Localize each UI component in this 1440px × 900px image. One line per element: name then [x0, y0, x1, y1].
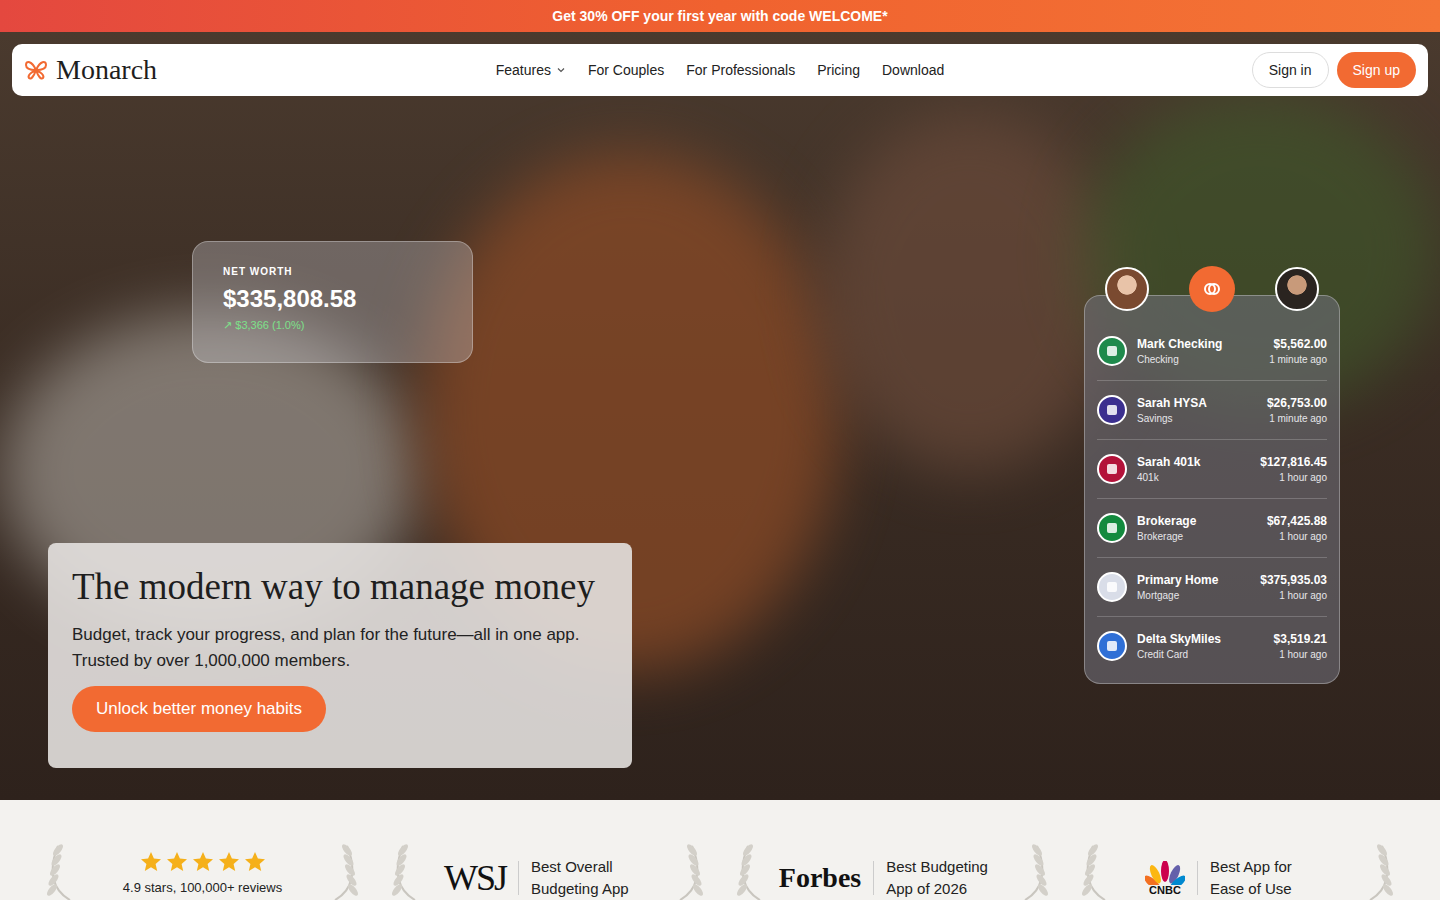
account-logo-icon — [1097, 336, 1127, 366]
nav-links: Features For Couples For Professionals Pric… — [496, 62, 945, 78]
laurel-right-icon — [1360, 842, 1400, 900]
account-amount: $67,425.88 — [1267, 514, 1327, 528]
avatar-woman-icon — [1105, 267, 1149, 311]
account-type: Checking — [1137, 354, 1259, 365]
account-updated: 1 minute ago — [1269, 354, 1327, 365]
link-icon — [1189, 266, 1235, 312]
account-logo-icon — [1097, 631, 1127, 661]
star-icon — [217, 850, 241, 874]
nav-link[interactable]: Download — [882, 62, 944, 78]
hero-subtitle: Budget, track your progress, and plan fo… — [72, 622, 608, 674]
net-worth-card: NET WORTH $335,808.58 ↗ $3,366 (1.0%) — [192, 241, 473, 363]
laurel-left-icon — [385, 842, 425, 900]
nav-link[interactable]: Pricing — [817, 62, 860, 78]
press-award-text: Best App for Ease of Use — [1210, 856, 1330, 900]
cta-button[interactable]: Unlock better money habits — [72, 686, 326, 732]
account-updated: 1 hour ago — [1260, 590, 1327, 601]
account-amount: $5,562.00 — [1269, 337, 1327, 351]
nav-actions: Sign inSign up — [944, 52, 1416, 88]
account-row[interactable]: Brokerage Brokerage $67,425.88 1 hour ago — [1097, 499, 1327, 558]
peacock-icon — [1145, 861, 1185, 885]
nav-link[interactable]: Features — [496, 62, 566, 78]
laurel-left-icon — [730, 842, 770, 900]
award: Forbes Best Budgeting App of 2026 — [720, 800, 1065, 900]
account-name: Mark Checking — [1137, 337, 1259, 351]
press-award: Forbes Best Budgeting App of 2026 — [779, 856, 1006, 900]
logo-text[interactable]: Monarch — [56, 54, 157, 86]
press-award: WSJ Best Overall Budgeting App — [444, 856, 651, 900]
avatar-man-icon — [1275, 267, 1319, 311]
account-row[interactable]: Mark Checking Checking $5,562.00 1 minute a… — [1097, 322, 1327, 381]
award: WSJ Best Overall Budgeting App — [375, 800, 720, 900]
press-logo: Forbes — [779, 862, 861, 894]
nav-link[interactable]: For Professionals — [686, 62, 795, 78]
star-icon — [191, 850, 215, 874]
rating: 4.9 stars, 100,000+ reviews — [123, 850, 282, 895]
chevron-down-icon — [556, 65, 566, 75]
account-name: Primary Home — [1137, 573, 1250, 587]
account-amount: $127,816.45 — [1260, 455, 1327, 469]
nav-bar: Monarch Features For Couples For Profession… — [12, 44, 1428, 96]
account-name: Sarah HYSA — [1137, 396, 1257, 410]
account-amount: $375,935.03 — [1260, 573, 1327, 587]
page: Get 30% OFF your first year with code WE… — [0, 0, 1440, 900]
laurel-left-icon — [40, 842, 80, 900]
nav-link[interactable]: For Couples — [588, 62, 664, 78]
account-logo-icon — [1097, 395, 1127, 425]
promo-text[interactable]: Get 30% OFF your first year with code WE… — [552, 8, 887, 24]
accounts-card: Mark Checking Checking $5,562.00 1 minute a… — [1084, 295, 1340, 684]
press-award: CNBC Best App for Ease of Use — [1145, 856, 1330, 900]
sign-up-button[interactable]: Sign up — [1337, 52, 1416, 88]
account-type: 401k — [1137, 472, 1250, 483]
account-row[interactable]: Primary Home Mortgage $375,935.03 1 hour ag… — [1097, 558, 1327, 617]
account-type: Mortgage — [1137, 590, 1250, 601]
account-row[interactable]: Sarah HYSA Savings $26,753.00 1 minute ago — [1097, 381, 1327, 440]
laurel-right-icon — [325, 842, 365, 900]
laurel-right-icon — [1015, 842, 1055, 900]
account-type: Savings — [1137, 413, 1257, 424]
press-award-text: Best Overall Budgeting App — [531, 856, 651, 900]
account-amount: $3,519.21 — [1274, 632, 1327, 646]
net-worth-value: $335,808.58 — [223, 285, 442, 313]
account-name: Brokerage — [1137, 514, 1257, 528]
account-amount: $26,753.00 — [1267, 396, 1327, 410]
star-icon — [243, 850, 267, 874]
logo[interactable]: Monarch — [24, 54, 496, 86]
rating-text: 4.9 stars, 100,000+ reviews — [123, 880, 282, 895]
account-type: Brokerage — [1137, 531, 1257, 542]
awards-strip: 4.9 stars, 100,000+ reviews WSJ Best Overa… — [0, 800, 1440, 900]
account-name: Delta SkyMiles — [1137, 632, 1264, 646]
net-worth-change: ↗ $3,366 (1.0%) — [223, 319, 442, 332]
butterfly-icon — [24, 59, 48, 81]
press-logo: CNBC — [1145, 861, 1185, 896]
account-updated: 1 hour ago — [1267, 531, 1327, 542]
promo-bar[interactable]: Get 30% OFF your first year with code WE… — [0, 0, 1440, 32]
hero-title: The modern way to manage money — [72, 565, 608, 608]
press-award-text: Best Budgeting App of 2026 — [886, 856, 1006, 900]
laurel-left-icon — [1075, 842, 1115, 900]
award: CNBC Best App for Ease of Use — [1065, 800, 1410, 900]
account-row[interactable]: Sarah 401k 401k $127,816.45 1 hour ago — [1097, 440, 1327, 499]
account-updated: 1 minute ago — [1267, 413, 1327, 424]
account-logo-icon — [1097, 513, 1127, 543]
hero: NET WORTH $335,808.58 ↗ $3,366 (1.0%) Mark … — [0, 32, 1440, 800]
laurel-right-icon — [670, 842, 710, 900]
stars — [139, 850, 267, 874]
account-name: Sarah 401k — [1137, 455, 1250, 469]
account-updated: 1 hour ago — [1260, 472, 1327, 483]
press-logo: WSJ — [444, 857, 506, 899]
account-logo-icon — [1097, 454, 1127, 484]
account-type: Credit Card — [1137, 649, 1264, 660]
account-logo-icon — [1097, 572, 1127, 602]
account-row[interactable]: Delta SkyMiles Credit Card $3,519.21 1 hour… — [1097, 617, 1327, 675]
star-icon — [165, 850, 189, 874]
account-updated: 1 hour ago — [1274, 649, 1327, 660]
net-worth-label: NET WORTH — [223, 266, 442, 277]
star-icon — [139, 850, 163, 874]
award: 4.9 stars, 100,000+ reviews — [30, 800, 375, 900]
hero-card: The modern way to manage money Budget, tr… — [48, 543, 632, 768]
avatars — [1105, 266, 1319, 312]
sign-in-button[interactable]: Sign in — [1252, 52, 1329, 88]
